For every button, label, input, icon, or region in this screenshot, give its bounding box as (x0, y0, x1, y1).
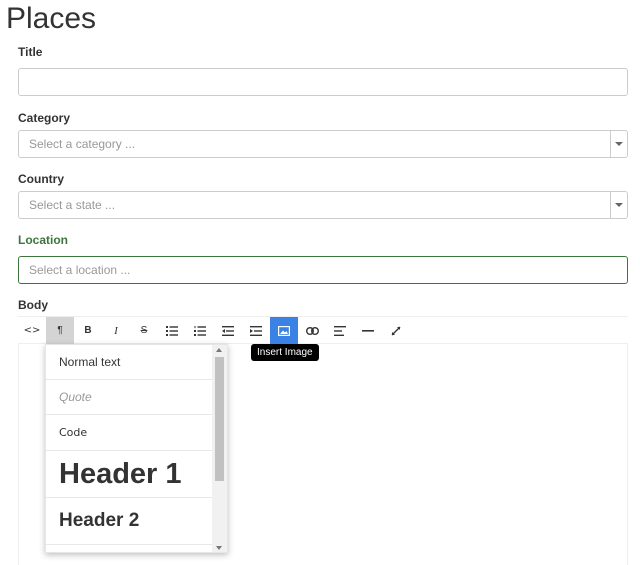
indent-button[interactable] (242, 317, 270, 344)
location-select[interactable]: Select a location ... (18, 256, 628, 284)
scroll-down-icon[interactable] (216, 546, 222, 550)
country-dropdown-toggle[interactable] (610, 192, 627, 218)
insert-image-tooltip: Insert Image (251, 344, 319, 361)
fullscreen-icon (391, 326, 401, 335)
location-label: Location (18, 233, 68, 247)
italic-icon: I (114, 324, 118, 337)
country-placeholder: Select a state ... (29, 198, 116, 212)
strikethrough-icon: S (140, 325, 148, 336)
chevron-down-icon (615, 203, 623, 207)
paragraph-style-icon: ¶ (57, 325, 63, 336)
outdent-icon (222, 325, 234, 336)
scroll-up-icon[interactable] (216, 348, 222, 352)
fullscreen-button[interactable] (382, 317, 410, 344)
strikethrough-button[interactable]: S (130, 317, 158, 344)
outdent-button[interactable] (214, 317, 242, 344)
bold-button[interactable]: B (74, 317, 102, 344)
italic-button[interactable]: I (102, 317, 130, 344)
horizontal-rule-icon (362, 329, 374, 332)
category-dropdown-toggle[interactable] (610, 131, 627, 157)
body-label: Body (18, 298, 48, 312)
format-header-1[interactable]: Header 1 (46, 451, 214, 498)
scrollbar-thumb[interactable] (215, 357, 224, 481)
country-label: Country (18, 172, 64, 186)
ordered-list-button[interactable] (186, 317, 214, 344)
format-code[interactable]: Code (46, 415, 214, 451)
title-label: Title (18, 45, 43, 59)
editor-toolbar: <> ¶ B I S (18, 316, 628, 344)
code-view-icon: <> (23, 325, 41, 336)
paragraph-format-menu: Normal text Quote Code Header 1 Header 2 (45, 344, 228, 553)
format-header-2[interactable]: Header 2 (46, 498, 214, 545)
insert-image-button[interactable] (270, 317, 298, 344)
category-select[interactable]: Select a category ... (18, 130, 628, 158)
category-label: Category (18, 111, 71, 125)
title-field[interactable] (18, 68, 628, 96)
align-button[interactable] (326, 317, 354, 344)
format-quote[interactable]: Quote (46, 380, 214, 415)
link-icon (305, 326, 319, 335)
paragraph-style-button[interactable]: ¶ (46, 317, 74, 344)
indent-icon (250, 325, 262, 336)
align-icon (334, 325, 346, 336)
bold-icon: B (84, 325, 92, 336)
ordered-list-icon (194, 325, 206, 336)
title-input[interactable] (29, 69, 617, 95)
country-select[interactable]: Select a state ... (18, 191, 628, 219)
category-placeholder: Select a category ... (29, 137, 136, 151)
location-placeholder: Select a location ... (29, 263, 131, 277)
insert-image-icon (278, 325, 290, 336)
unordered-list-icon (166, 325, 178, 336)
menu-scrollbar[interactable] (212, 345, 227, 552)
unordered-list-button[interactable] (158, 317, 186, 344)
code-view-button[interactable]: <> (18, 317, 46, 344)
chevron-down-icon (615, 142, 623, 146)
format-normal-text[interactable]: Normal text (46, 345, 214, 380)
link-button[interactable] (298, 317, 326, 344)
horizontal-rule-button[interactable] (354, 317, 382, 344)
page-title: Places (6, 2, 97, 35)
